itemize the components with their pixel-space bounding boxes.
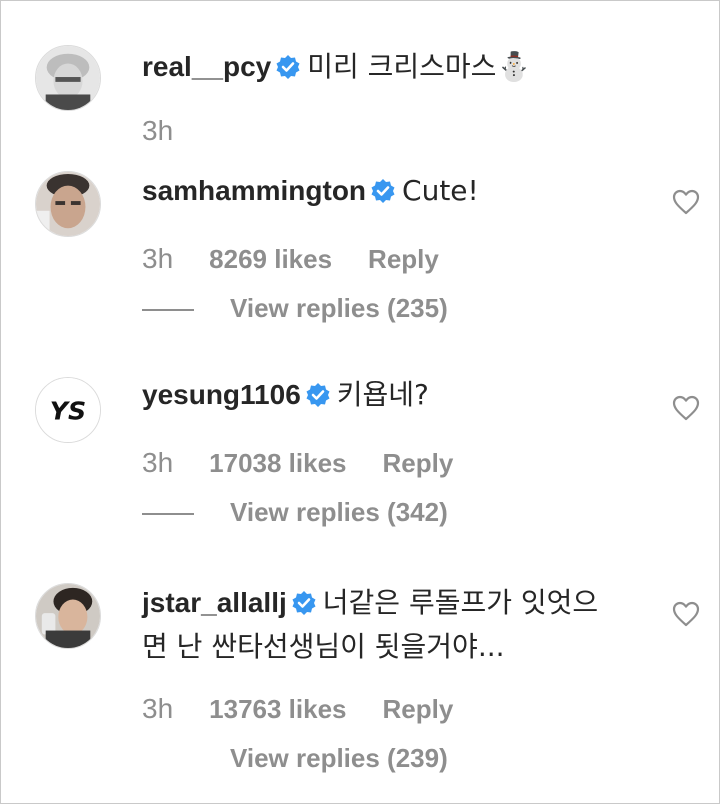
reply-button[interactable]: Reply (368, 244, 439, 274)
avatar[interactable] (35, 171, 101, 237)
comment-text: 키욥네? (336, 378, 429, 411)
avatar[interactable] (35, 583, 101, 649)
heart-outline-icon[interactable] (672, 189, 700, 215)
username[interactable]: yesung1106 (142, 379, 301, 410)
comment-meta: 3h 8269 likes Reply (142, 243, 439, 275)
timestamp: 3h (142, 693, 174, 724)
reply-button[interactable]: Reply (383, 448, 454, 478)
comment-text-line-1: 너같은 루돌프가 잇엇으 (322, 586, 599, 619)
comment-body: jstar_allallj 너같은 루돌프가 잇엇으 면 난 싼타선생님이 됫을거… (142, 581, 642, 669)
reply-button[interactable]: Reply (383, 694, 454, 724)
timestamp: 3h (142, 115, 174, 146)
verified-badge-icon (370, 178, 396, 204)
comment-text: 미리 크리스마스⛄ (307, 50, 532, 83)
comment-meta: 3h (142, 115, 209, 147)
comment-text-line-2: 면 난 싼타선생님이 됫을거야... (142, 630, 505, 663)
view-replies-label[interactable]: View replies (342) (230, 497, 448, 527)
timestamp: 3h (142, 447, 174, 478)
username[interactable]: real__pcy (142, 51, 271, 82)
timestamp: 3h (142, 243, 174, 274)
avatar[interactable] (35, 45, 101, 111)
username[interactable]: samhammington (142, 175, 366, 206)
comment-meta: 3h 13763 likes Reply (142, 693, 453, 725)
view-replies[interactable]: View replies (342) (142, 497, 448, 528)
avatar-logo-text: YS (50, 397, 86, 426)
view-replies-label[interactable]: View replies (235) (230, 293, 448, 323)
avatar[interactable]: YS (35, 377, 101, 443)
view-replies[interactable]: View replies (235) (142, 293, 448, 324)
verified-badge-icon (275, 54, 301, 80)
heart-outline-icon[interactable] (672, 395, 700, 421)
heart-outline-icon[interactable] (672, 601, 700, 627)
comment-body: samhammington Cute! (142, 169, 642, 213)
verified-badge-icon (291, 590, 317, 616)
divider (142, 309, 194, 312)
view-replies[interactable]: View replies (239) (230, 743, 448, 774)
likes-count[interactable]: 17038 likes (209, 448, 346, 478)
likes-count[interactable]: 8269 likes (209, 244, 332, 274)
verified-badge-icon (305, 382, 331, 408)
comment-body: yesung1106 키욥네? (142, 373, 642, 417)
divider (142, 513, 194, 516)
username[interactable]: jstar_allallj (142, 587, 287, 618)
comments-panel: real__pcy 미리 크리스마스⛄ 3h samhammington Cute!… (0, 0, 720, 804)
comment-text: Cute! (402, 174, 479, 207)
comment-meta: 3h 17038 likes Reply (142, 447, 453, 479)
view-replies-label[interactable]: View replies (239) (230, 743, 448, 773)
comment-body: real__pcy 미리 크리스마스⛄ (142, 45, 642, 89)
likes-count[interactable]: 13763 likes (209, 694, 346, 724)
